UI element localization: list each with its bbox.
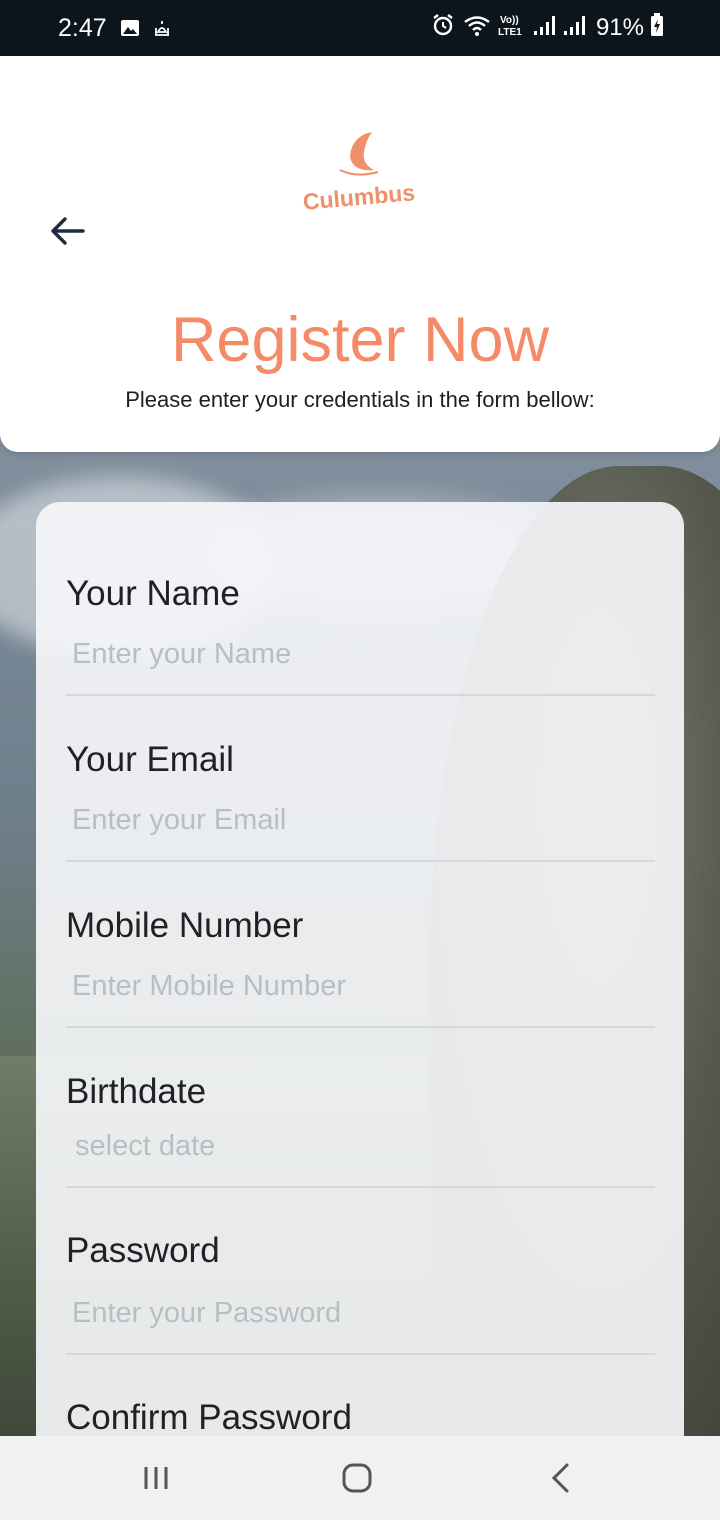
svg-text:LTE1: LTE1 [498,27,522,37]
field-label: Confirm Password [66,1398,352,1437]
header-card: Culumbus Register Now Please enter your … [0,56,720,452]
battery-percent: 91% [595,13,644,41]
name-field: Your Name [66,574,655,696]
back-icon [551,1463,569,1493]
back-nav-button[interactable] [530,1454,590,1502]
status-right-group: Vo)) LTE1 91% [430,12,664,43]
volte-icon: Vo)) LTE1 [498,13,526,42]
confirm-password-field: Confirm Password [66,1398,655,1438]
registration-form: Your Name Your Email Mobile Number Birth… [36,502,684,1502]
home-button[interactable] [327,1454,387,1502]
status-time: 2:47 [58,14,107,42]
email-field: Your Email [66,740,655,862]
password-field: Password [66,1231,655,1355]
field-label: Password [66,1231,220,1270]
field-label: Your Name [66,574,240,613]
field-underline [66,1353,655,1355]
back-button[interactable] [40,206,94,256]
field-label: Mobile Number [66,906,304,945]
status-bar: 2:47 Vo)) LTE1 91% [0,0,720,56]
navigation-bar [0,1436,720,1520]
arrow-left-icon [51,217,85,245]
page-subtitle: Please enter your credentials in the for… [125,387,595,412]
field-underline [66,860,655,862]
birthdate-field: Birthdate [66,1072,655,1188]
birthdate-input[interactable] [75,1130,655,1163]
mosque-icon [152,18,172,43]
field-underline [66,694,655,696]
mobile-field: Mobile Number [66,906,655,1028]
field-underline [66,1026,655,1028]
gallery-icon [120,18,140,43]
field-underline [66,1186,655,1188]
logo-text: Culumbus [301,179,417,215]
alarm-icon [430,12,456,43]
wifi-icon [462,13,492,42]
recents-icon [144,1467,168,1489]
signal-icon [532,13,556,42]
logo-sail-icon [339,132,379,176]
page-title: Register Now [170,305,550,375]
recents-button[interactable] [126,1454,186,1502]
logo: Culumbus [294,130,424,220]
battery-charging-icon [650,13,664,42]
home-icon [342,1463,372,1493]
svg-text:Vo)): Vo)) [500,15,519,26]
mobile-input[interactable] [72,970,652,1003]
field-label: Your Email [66,740,234,779]
email-input[interactable] [72,804,652,837]
signal-icon [562,13,586,42]
password-input[interactable] [72,1297,652,1330]
field-label: Birthdate [66,1072,207,1111]
name-input[interactable] [72,638,652,671]
